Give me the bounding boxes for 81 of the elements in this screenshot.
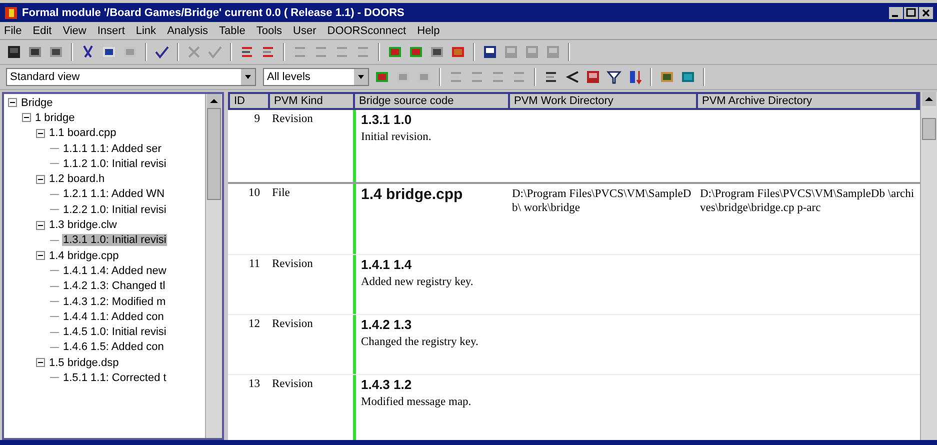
close-icon[interactable] bbox=[919, 6, 933, 18]
object-heading: 1.4.2 1.3 bbox=[361, 317, 413, 332]
tree-item[interactable]: 1.4 bridge.cpp bbox=[48, 250, 120, 262]
collapse-icon[interactable] bbox=[36, 174, 45, 184]
scroll-up-icon[interactable] bbox=[922, 92, 936, 106]
object-heading: 1.3.1 1.0 bbox=[361, 112, 413, 127]
scrollbar[interactable] bbox=[205, 94, 222, 438]
collapse-icon[interactable] bbox=[36, 220, 45, 230]
view-dropdown[interactable]: Standard view bbox=[6, 68, 256, 86]
table-cell-text: File bbox=[271, 186, 291, 201]
table-cell-text: 10 bbox=[248, 186, 261, 201]
tree-item[interactable]: 1 bridge bbox=[34, 112, 76, 124]
tree-item[interactable]: 1.4.4 1.1: Added con bbox=[62, 310, 165, 323]
object-text: Added new registry key. bbox=[361, 275, 474, 290]
tree-item[interactable]: 1.5 bridge.dsp bbox=[48, 356, 120, 369]
scroll-thumb[interactable] bbox=[922, 118, 936, 140]
level-dropdown[interactable]: All levels bbox=[263, 68, 369, 86]
minimize-icon[interactable] bbox=[889, 6, 903, 18]
menu-item[interactable]: Table bbox=[219, 24, 246, 36]
table-cell-text: Revision bbox=[271, 257, 314, 272]
tree-item[interactable]: 1.1.2 1.0: Initial revisi bbox=[62, 158, 168, 170]
menu-item[interactable]: Insert bbox=[97, 24, 125, 36]
tree-item[interactable]: 1.4.5 1.0: Initial revisi bbox=[62, 326, 168, 338]
tree-item[interactable]: 1.4.3 1.2: Modified m bbox=[62, 296, 167, 308]
menu-item[interactable]: Edit bbox=[32, 24, 52, 36]
filter-icon[interactable] bbox=[606, 69, 622, 85]
table-cell-text: Revision bbox=[271, 112, 314, 127]
collapse-icon[interactable] bbox=[8, 98, 17, 108]
tree-item[interactable]: 1.2.1 1.1: Added WN bbox=[62, 188, 166, 200]
window-title: Formal module '/Board Games/Bridge' current 0.0 ( Release 1.1) - DOORS bbox=[22, 6, 404, 18]
table-cell-text: 13 bbox=[248, 377, 261, 392]
scroll-up-icon[interactable] bbox=[207, 94, 221, 108]
menu-item[interactable]: Help bbox=[417, 24, 440, 36]
column-header[interactable]: PVM Work Directory bbox=[510, 94, 698, 108]
column-header[interactable]: PVM Archive Directory bbox=[698, 94, 918, 108]
column-header[interactable]: Bridge source code bbox=[355, 94, 510, 108]
save-icon[interactable] bbox=[6, 44, 22, 60]
object-text: Modified message map. bbox=[361, 395, 472, 410]
table-cell-text: 9 bbox=[253, 112, 261, 127]
object-heading: 1.4.1 1.4 bbox=[361, 257, 413, 272]
tree-item[interactable]: 1.1 board.cpp bbox=[48, 127, 118, 140]
tree-item[interactable]: 1.2 board.h bbox=[48, 173, 106, 186]
menu-item[interactable]: User bbox=[293, 24, 316, 36]
tree-item[interactable]: 1.4.6 1.5: Added con bbox=[62, 341, 165, 354]
tree-item[interactable]: 1.4.2 1.3: Changed tl bbox=[62, 280, 166, 292]
sort-icon[interactable] bbox=[627, 69, 643, 85]
menu-item[interactable]: File bbox=[4, 24, 22, 36]
table-cell-text: Revision bbox=[271, 317, 314, 332]
object-heading: 1.4 bridge.cpp bbox=[361, 186, 464, 203]
tree-item[interactable]: 1.5.1 1.1: Corrected t bbox=[62, 372, 168, 384]
tree-item[interactable]: Bridge bbox=[20, 96, 54, 109]
scrollbar[interactable] bbox=[920, 92, 937, 440]
tree-item[interactable]: 1.2.2 1.0: Initial revisi bbox=[62, 204, 168, 216]
table-cell-text: 12 bbox=[248, 317, 261, 332]
menu-item[interactable]: DOORSconnect bbox=[327, 24, 406, 36]
column-header[interactable]: ID bbox=[230, 94, 270, 108]
object-text: Initial revision. bbox=[361, 130, 432, 145]
column-header[interactable]: PVM Kind bbox=[270, 94, 355, 108]
outline-icon[interactable] bbox=[543, 69, 559, 85]
collapse-icon[interactable] bbox=[36, 358, 45, 368]
table-cell-text: 11 bbox=[248, 257, 261, 272]
tree-item[interactable]: 1.1.1 1.1: Added ser bbox=[62, 142, 162, 155]
spell-icon[interactable] bbox=[154, 44, 170, 60]
menu-item[interactable]: View bbox=[62, 24, 86, 36]
table-cell: D:\Program Files\PVCS\VM\SampleDb\ work\bridge bbox=[512, 187, 692, 216]
collapse-icon[interactable] bbox=[36, 251, 45, 260]
menu-item[interactable]: Link bbox=[136, 24, 156, 36]
tree-item[interactable]: 1.4.1 1.4: Added new bbox=[62, 264, 168, 277]
menu-item[interactable]: Analysis bbox=[167, 24, 208, 36]
tree-item[interactable]: 1.3 bridge.clw bbox=[48, 219, 118, 232]
table-cell-text: D:\Program Files\PVCS\VM\SampleDb \archives\bridge\bridge.cp p-arc bbox=[700, 187, 916, 216]
collapse-icon[interactable] bbox=[36, 128, 45, 138]
collapse-icon[interactable] bbox=[22, 113, 31, 122]
app-icon bbox=[4, 6, 18, 20]
tree-item[interactable]: 1.3.1 1.0: Initial revisi bbox=[62, 234, 168, 246]
scroll-thumb[interactable] bbox=[207, 108, 221, 200]
table-cell-text: Revision bbox=[271, 377, 314, 392]
object-heading: 1.4.3 1.2 bbox=[361, 377, 413, 392]
maximize-icon[interactable] bbox=[904, 6, 918, 18]
menu-item[interactable]: Tools bbox=[256, 24, 282, 36]
object-text: Changed the registry key. bbox=[361, 335, 480, 350]
